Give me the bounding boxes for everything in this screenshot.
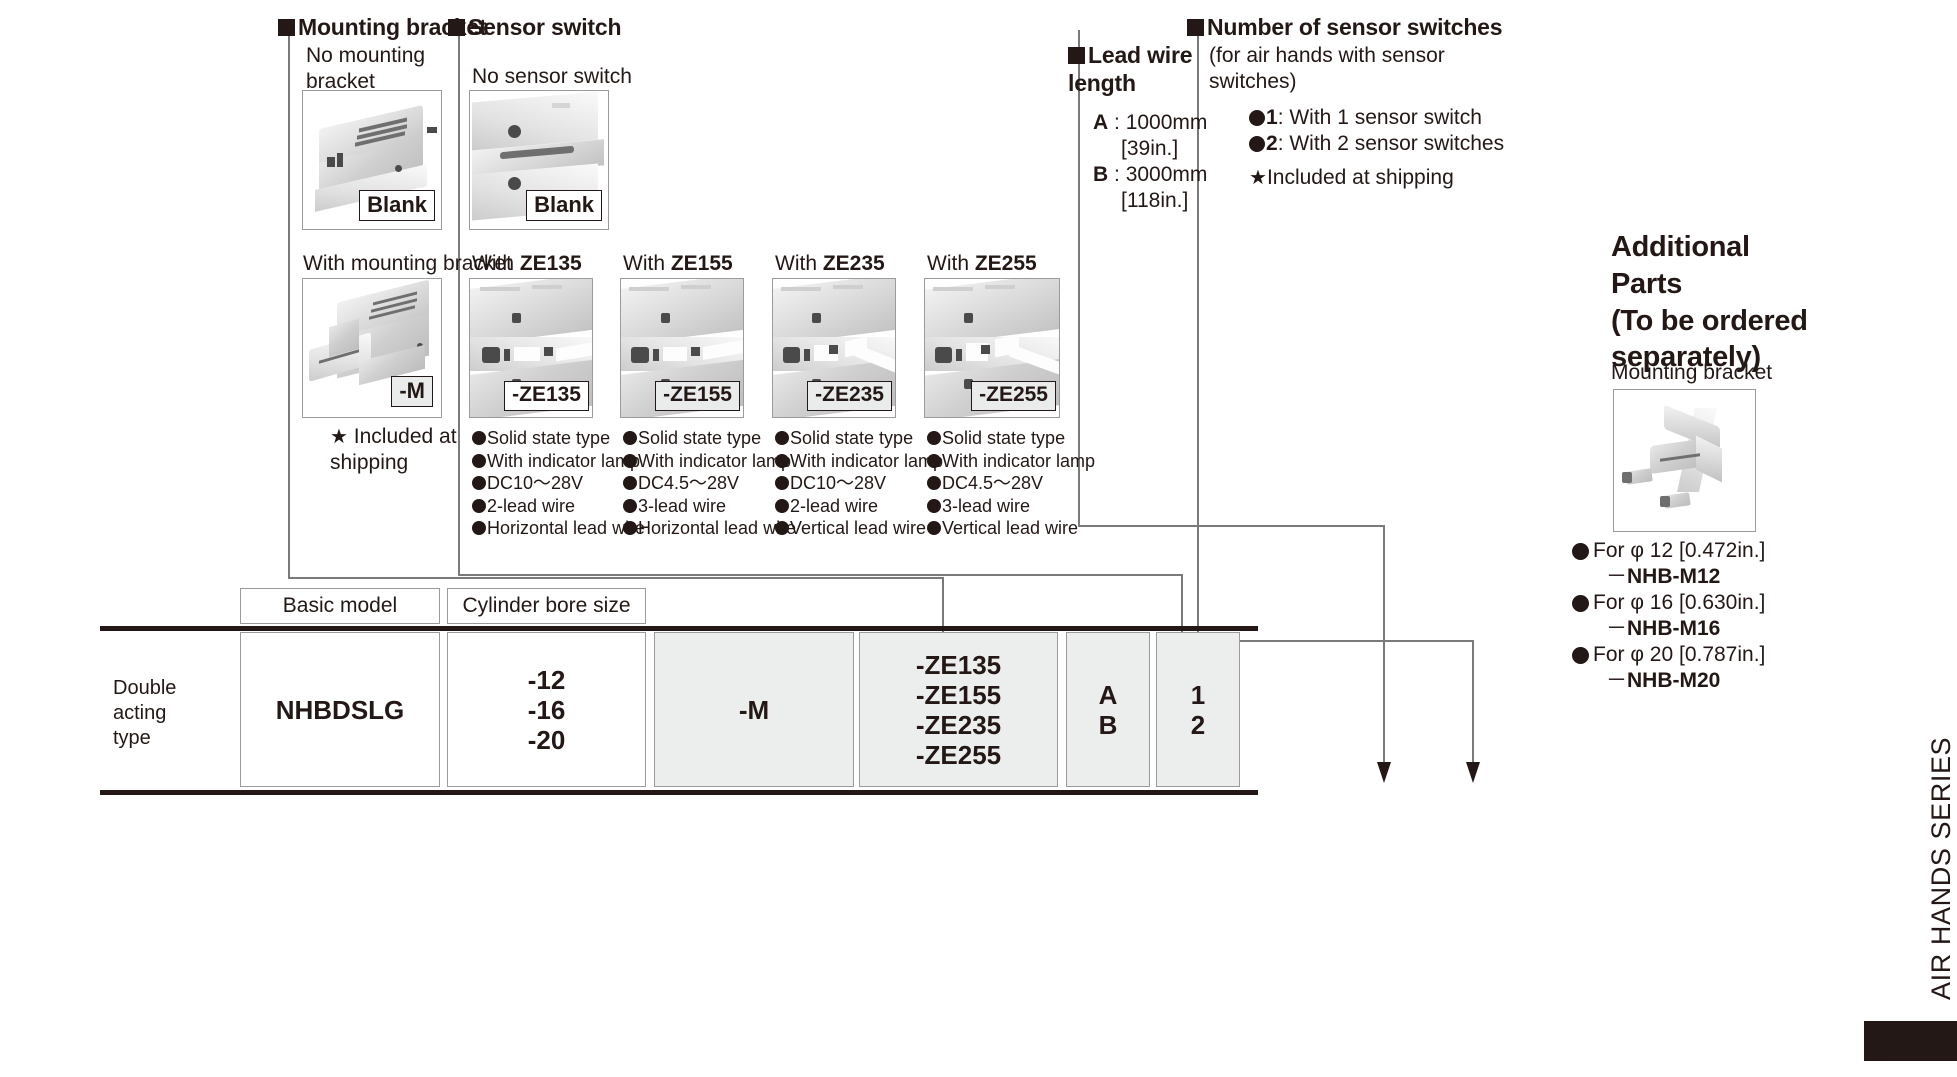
row-label-double-acting-type: Double acting type [113, 677, 177, 749]
cell-basic-model: NHBDSLG [240, 632, 440, 787]
table-top-rule [100, 626, 1258, 631]
header-basic-model: Basic model [240, 588, 440, 624]
cell-sensor-switch-code-value: -ZE135 -ZE155 -ZE235 -ZE255 [915, 649, 1002, 770]
cell-basic-model-value: NHBDSLG [275, 694, 405, 725]
cell-mounting-bracket-code: -M [654, 632, 854, 787]
connector-lines [288, 525, 1480, 783]
cell-sensor-switch-count-code: 1 2 [1156, 632, 1240, 787]
cell-cylinder-bore-size-value: -12 -16 -20 [527, 664, 566, 755]
cell-mounting-bracket-code-value: -M [738, 694, 770, 725]
header-cylinder-bore-size-label: Cylinder bore size [462, 594, 631, 617]
cell-cylinder-bore-size: -12 -16 -20 [447, 632, 646, 787]
cell-sensor-switch-count-code-value: 1 2 [1190, 679, 1206, 740]
cell-sensor-switch-code: -ZE135 -ZE155 -ZE235 -ZE255 [859, 632, 1058, 787]
page-corner-marker [1864, 1021, 1957, 1061]
cell-lead-wire-length-code-value: A B [1098, 679, 1118, 740]
table-bottom-rule [100, 790, 1258, 795]
header-cylinder-bore-size: Cylinder bore size [447, 588, 646, 624]
cell-lead-wire-length-code: A B [1066, 632, 1150, 787]
series-label: AIR HANDS SERIES [1926, 736, 1956, 1000]
header-basic-model-label: Basic model [282, 594, 398, 617]
